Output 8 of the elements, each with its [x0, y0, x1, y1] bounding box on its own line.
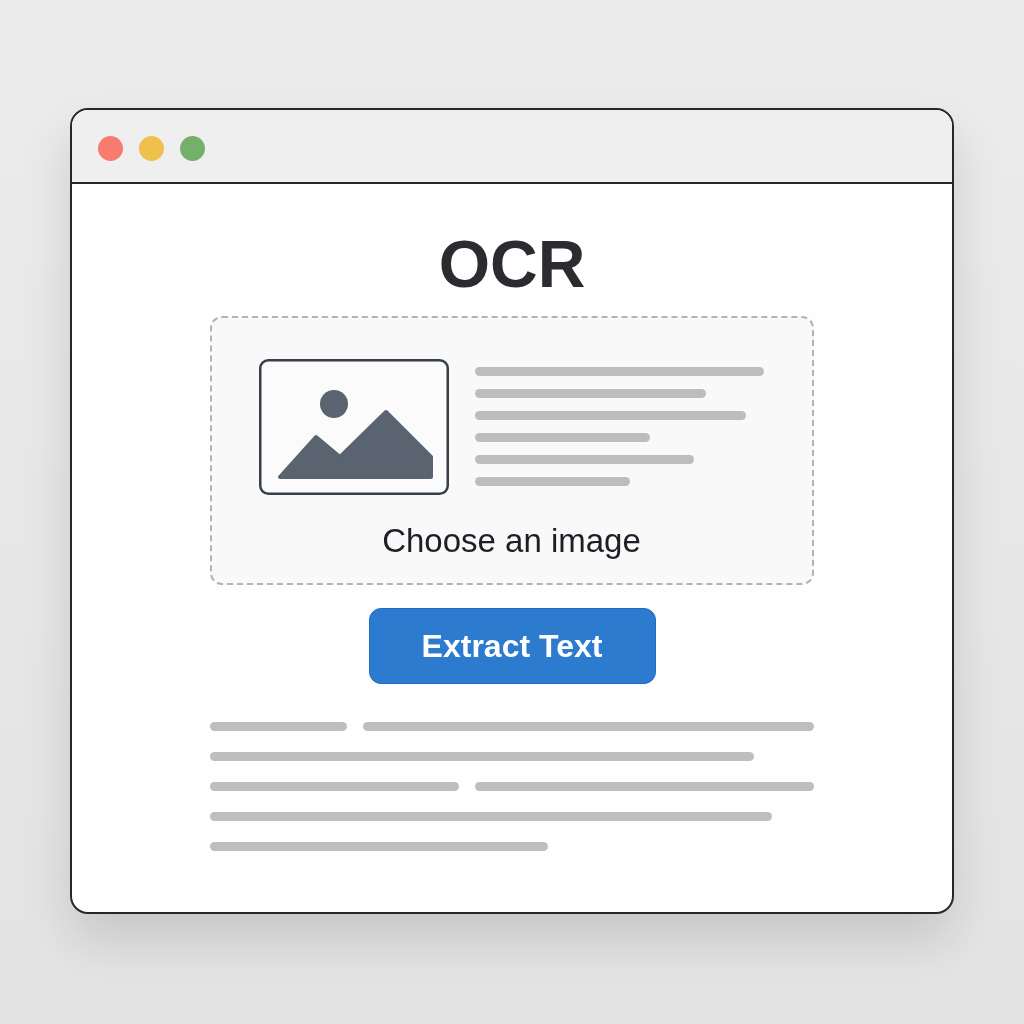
image-dropzone[interactable]: Choose an image — [210, 316, 814, 585]
extract-text-button[interactable]: Extract Text — [368, 608, 656, 684]
window-control-icon[interactable] — [139, 135, 164, 161]
window-control-icon[interactable] — [180, 135, 205, 161]
dropzone-label: Choose an image — [382, 521, 641, 561]
window-control-icon[interactable] — [98, 135, 123, 161]
image-icon — [259, 359, 449, 495]
page-title: OCR — [438, 231, 586, 297]
